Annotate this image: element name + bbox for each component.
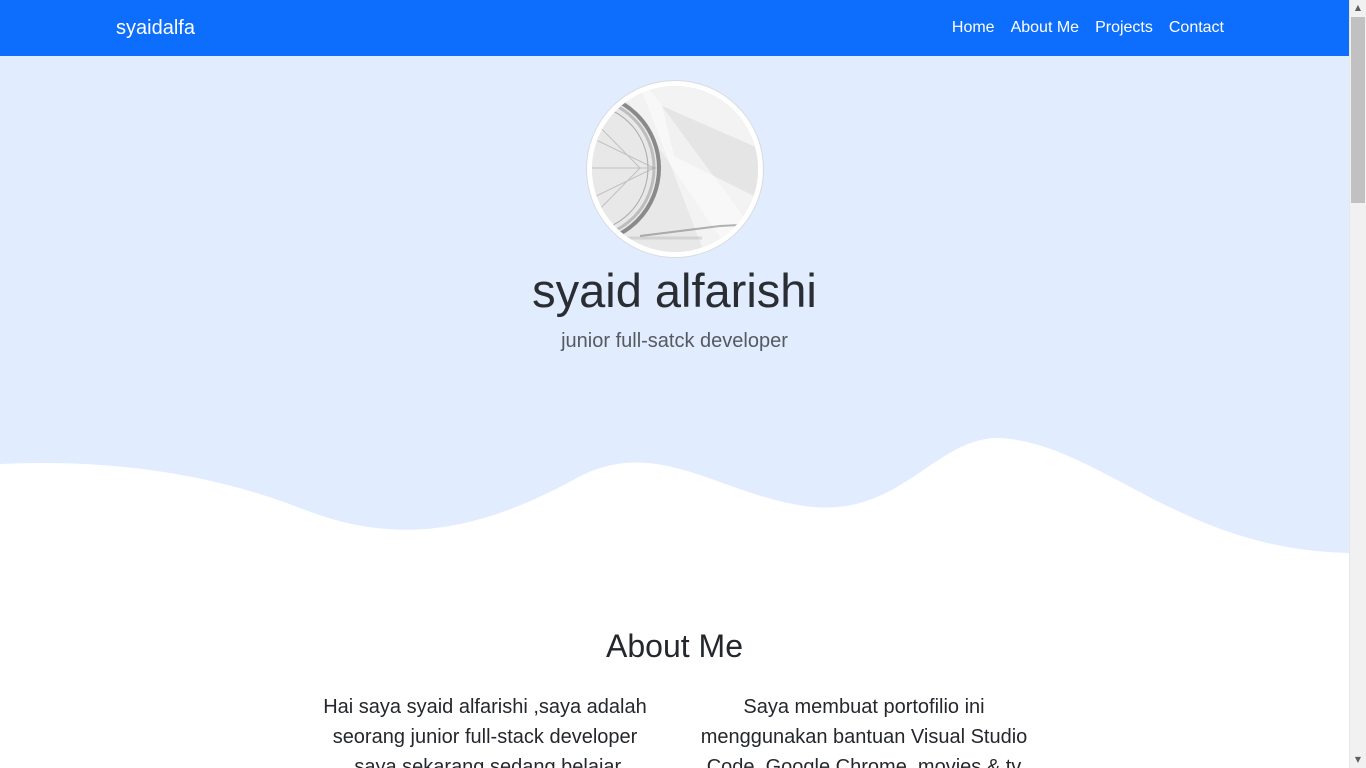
page-content: syaidalfa Home About Me Projects Contact <box>0 0 1349 768</box>
portfolio-page: syaidalfa Home About Me Projects Contact <box>0 0 1366 768</box>
about-section-title: About Me <box>606 628 743 664</box>
scroll-down-icon[interactable]: ▼ <box>1350 752 1366 768</box>
profile-role: junior full-satck developer <box>561 330 788 352</box>
bicycle-wheel-photo <box>592 86 758 252</box>
nav-link-home[interactable]: Home <box>952 17 995 39</box>
scrollbar-thumb[interactable] <box>1351 17 1365 203</box>
hero-section: syaid alfarishi junior full-satck develo… <box>0 56 1349 557</box>
brand-link[interactable]: syaidalfa <box>116 16 195 40</box>
about-left-paragraph: Hai saya syaid alfarishi ,saya adalah se… <box>323 696 647 768</box>
top-navbar: syaidalfa Home About Me Projects Contact <box>0 0 1349 56</box>
vertical-scrollbar[interactable]: ▲ ▼ <box>1349 0 1366 768</box>
scroll-up-icon[interactable]: ▲ <box>1350 0 1366 16</box>
navbar-links: Home About Me Projects Contact <box>952 17 1224 39</box>
profile-image-frame <box>586 80 764 258</box>
profile-name: syaid alfarishi <box>532 264 817 317</box>
nav-link-projects[interactable]: Projects <box>1095 17 1153 39</box>
nav-link-contact[interactable]: Contact <box>1169 17 1224 39</box>
hero-wave-divider <box>0 437 1349 557</box>
profile-photo <box>592 86 758 252</box>
nav-link-about[interactable]: About Me <box>1011 17 1079 39</box>
about-right-paragraph: Saya membuat portofilio ini menggunakan … <box>700 696 1028 768</box>
